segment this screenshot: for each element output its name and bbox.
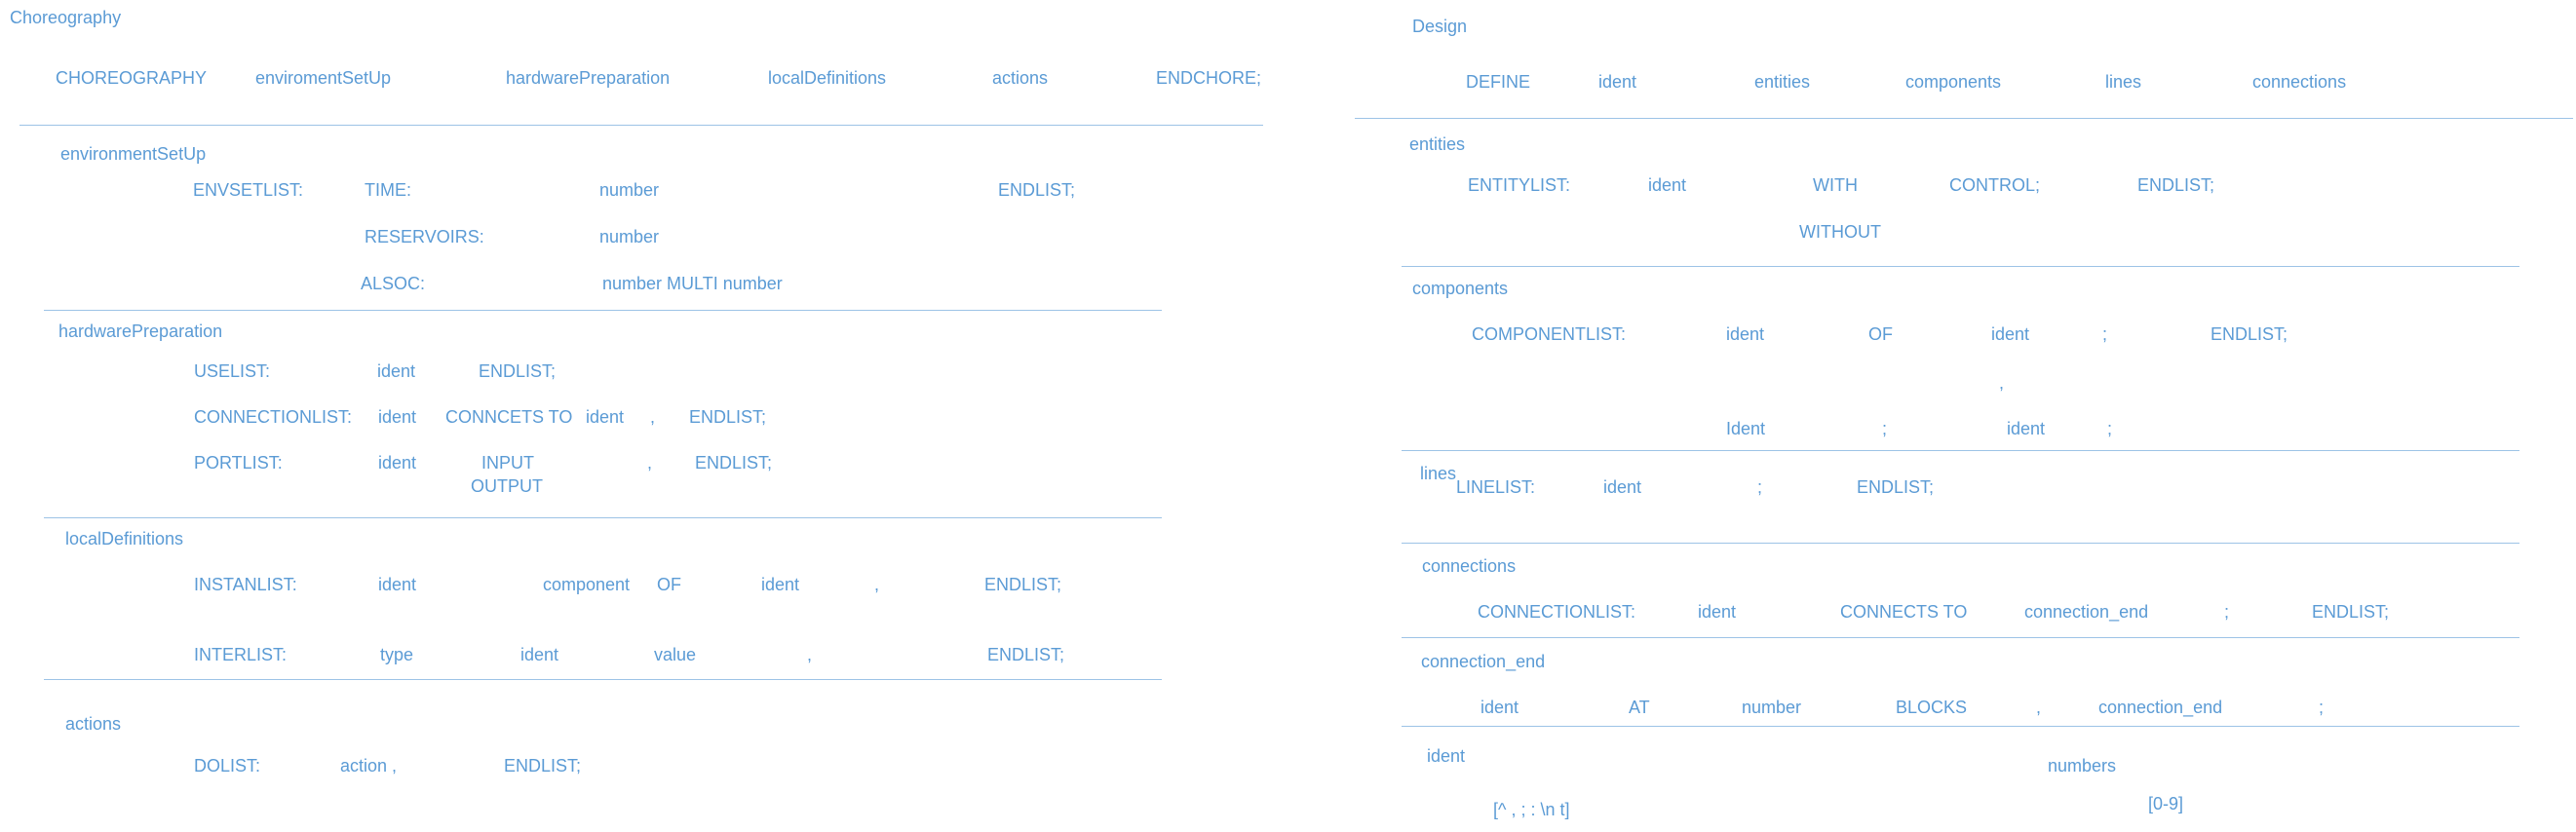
- components-end: ENDLIST;: [2211, 324, 2288, 344]
- components-list: COMPONENTLIST:: [1472, 324, 1627, 344]
- components-divider: [1402, 450, 2519, 451]
- entities-control: CONTROL;: [1949, 175, 2041, 195]
- entities-end: ENDLIST;: [2137, 175, 2215, 195]
- components-ident-4: ident: [2007, 419, 2046, 438]
- lines-end: ENDLIST;: [1857, 477, 1935, 497]
- entities-without: WITHOUT: [1799, 222, 1881, 242]
- connections-connects-to: CONNECTS TO: [1840, 602, 1968, 622]
- components-semicolon-2: ;: [1882, 419, 1888, 438]
- conn-end-ref: connection_end: [2098, 698, 2223, 717]
- lines-ident: ident: [1603, 477, 1642, 497]
- design-header-entities: entities: [1754, 72, 1811, 92]
- conn-end-number: number: [1742, 698, 1802, 717]
- conn-end-at: AT: [1629, 698, 1650, 717]
- design-title: Design: [1412, 17, 1468, 36]
- design-header-connections: connections: [2252, 72, 2347, 92]
- conn-end-divider: [1402, 726, 2519, 727]
- lines-semicolon: ;: [1757, 477, 1763, 497]
- connections-end: ENDLIST;: [2312, 602, 2390, 622]
- design-header-lines: lines: [2105, 72, 2142, 92]
- lines-section-title: lines: [1420, 464, 1457, 483]
- numbers-pattern: [0-9]: [2148, 794, 2184, 813]
- components-ident-3: Ident: [1726, 419, 1766, 438]
- components-section-title: components: [1412, 279, 1509, 298]
- conn-end-semicolon: ;: [2319, 698, 2325, 717]
- components-ident-2: ident: [1991, 324, 2030, 344]
- conn-end-ident: ident: [1480, 698, 1519, 717]
- connections-ident: ident: [1698, 602, 1737, 622]
- connections-divider: [1402, 637, 2519, 638]
- connection-end-section-title: connection_end: [1421, 652, 1546, 671]
- lines-divider: [1402, 543, 2519, 544]
- design-diagram: Design DEFINE ident entities components …: [0, 0, 2576, 832]
- connections-section-title: connections: [1422, 556, 1517, 576]
- conn-end-blocks: BLOCKS: [1896, 698, 1968, 717]
- components-ident-1: ident: [1726, 324, 1765, 344]
- components-comma: ,: [1999, 373, 2005, 393]
- entities-divider: [1402, 266, 2519, 267]
- numbers-section-title: numbers: [2048, 756, 2117, 775]
- components-of: OF: [1868, 324, 1893, 344]
- design-header-define: DEFINE: [1466, 72, 1531, 92]
- entities-entitylist: ENTITYLIST:: [1468, 175, 1571, 195]
- connections-semicolon: ;: [2224, 602, 2230, 622]
- entities-with: WITH: [1813, 175, 1858, 195]
- design-header-components: components: [1905, 72, 2002, 92]
- entities-ident: ident: [1648, 175, 1687, 195]
- conn-end-comma: ,: [2036, 698, 2042, 717]
- design-header-divider: [1355, 118, 2573, 119]
- components-semicolon: ;: [2102, 324, 2108, 344]
- connections-end-ref: connection_end: [2024, 602, 2149, 622]
- connections-list: CONNECTIONLIST:: [1478, 602, 1636, 622]
- lines-linelist: LINELIST:: [1456, 477, 1536, 497]
- entities-section-title: entities: [1409, 134, 1466, 154]
- ident-section-title: ident: [1427, 746, 1466, 766]
- design-header-ident: ident: [1598, 72, 1637, 92]
- ident-pattern: [^ , ; : \n t]: [1493, 800, 1570, 819]
- components-semicolon-3: ;: [2107, 419, 2113, 438]
